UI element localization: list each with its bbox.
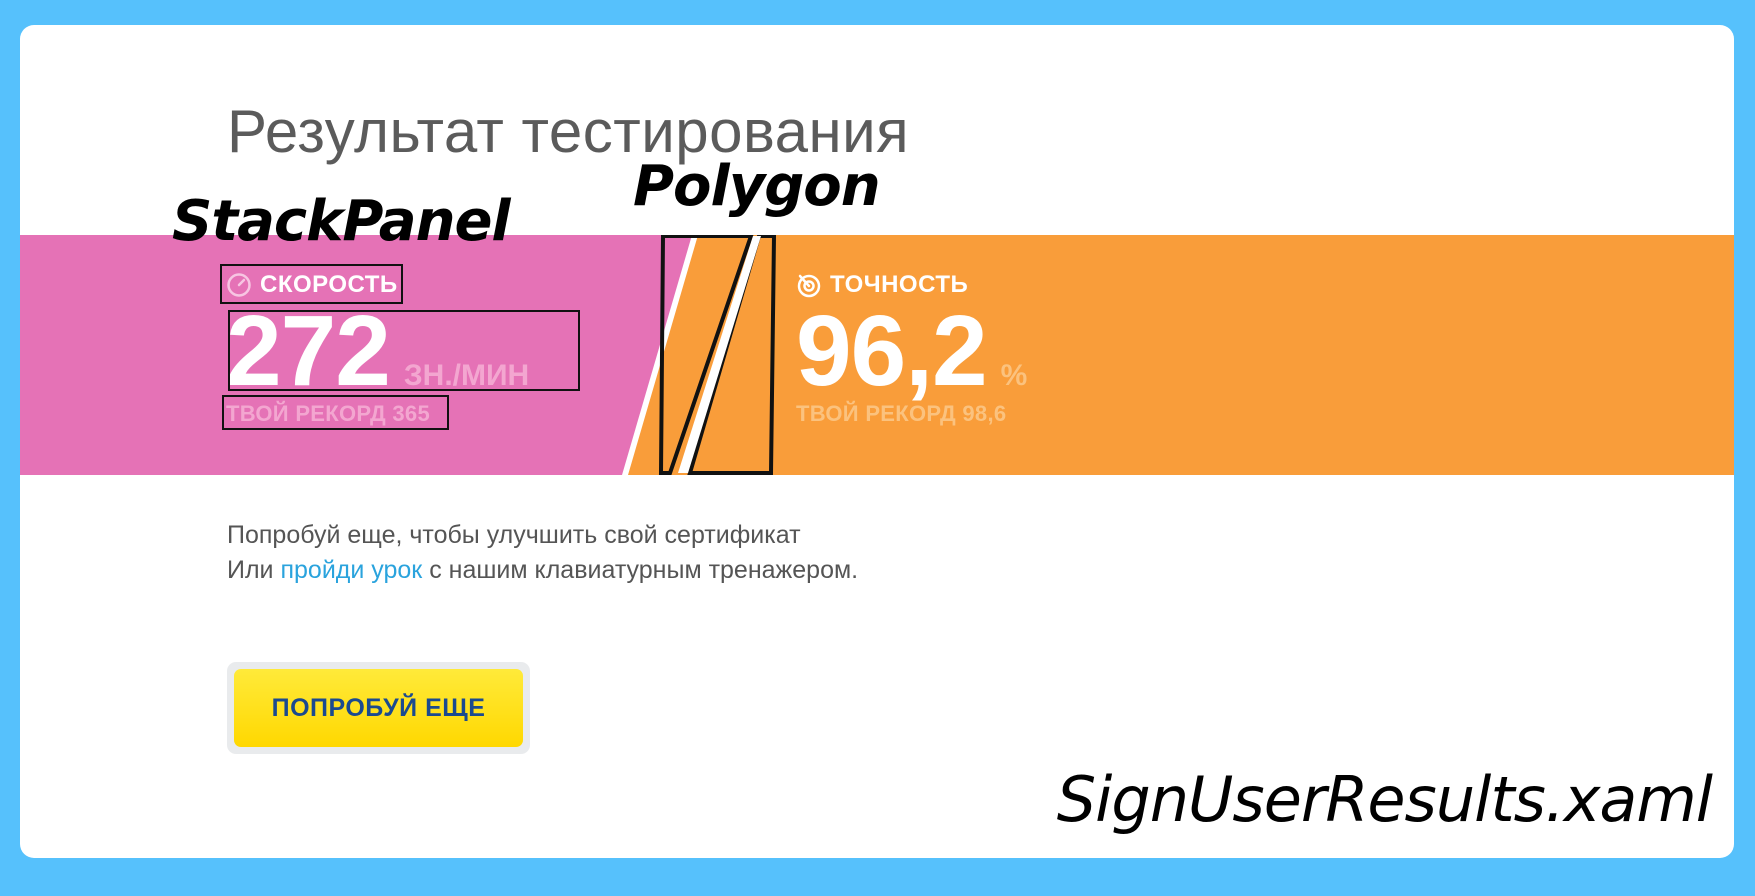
retry-message: Попробуй еще, чтобы улучшить свой сертиф…	[227, 518, 858, 588]
message-line-2: Или пройди урок с нашим клавиатурным тре…	[227, 553, 858, 588]
speed-value-outline	[228, 310, 580, 391]
results-band: СКОРОСТЬ 272 ЗН./МИН ТВОЙ РЕКОРД 365 ТОЧ…	[20, 235, 1734, 475]
lesson-link[interactable]: пройди урок	[280, 556, 422, 584]
results-card: Результат тестирования СКОРОСТЬ 272 ЗН./…	[20, 25, 1734, 858]
message-prefix: Или	[227, 556, 281, 584]
polygon-annotation: Polygon	[633, 154, 881, 219]
message-line-1: Попробуй еще, чтобы улучшить свой сертиф…	[227, 521, 801, 549]
speed-record-outline	[222, 395, 449, 430]
retry-button[interactable]: ПОПРОБУЙ ЕЩЕ	[234, 669, 523, 747]
stackpanel-annotation: StackPanel	[172, 189, 511, 254]
message-suffix: с нашим клавиатурным тренажером.	[422, 556, 859, 584]
accuracy-value: 96,2	[796, 295, 988, 407]
speed-label-outline	[220, 264, 403, 304]
accuracy-value-row: 96,2 %	[796, 295, 1028, 407]
accuracy-unit: %	[1000, 359, 1028, 392]
accuracy-record: ТВОЙ РЕКОРД 98,6	[796, 401, 1007, 426]
accuracy-stackpanel: ТОЧНОСТЬ 96,2 % ТВОЙ РЕКОРД 98,6	[796, 271, 1027, 427]
retry-button-frame: ПОПРОБУЙ ЕЩЕ	[227, 662, 530, 754]
filename-annotation: SignUserResults.xaml	[1056, 763, 1713, 836]
accuracy-panel-background	[628, 235, 1734, 475]
